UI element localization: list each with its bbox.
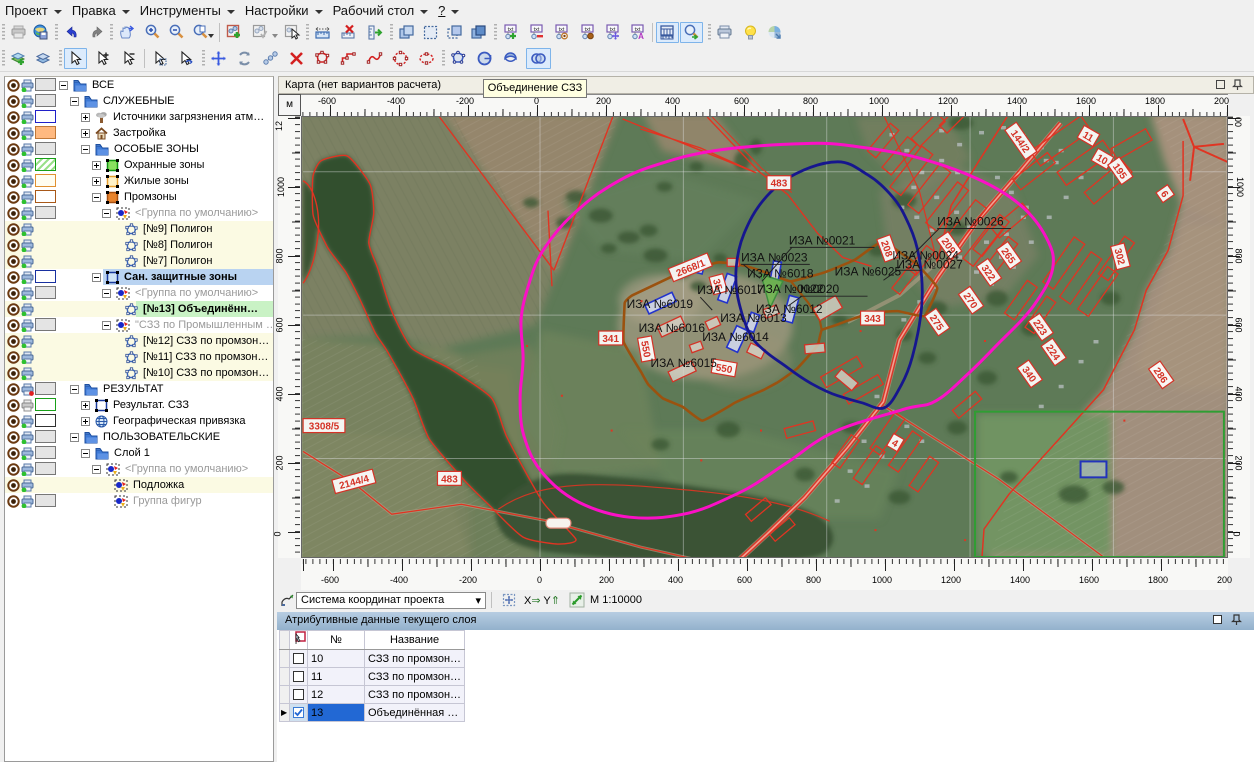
svg-text:ИЗА №0023: ИЗА №0023 — [741, 250, 808, 264]
svg-text:483: 483 — [441, 474, 458, 485]
svg-text:ИЗА №0027: ИЗА №0027 — [896, 257, 963, 271]
svg-text:ИЗА №6019: ИЗА №6019 — [627, 297, 694, 311]
svg-text:txt: txt — [609, 27, 615, 33]
svg-text:txt: txt — [533, 27, 539, 33]
svg-text:ИЗА №6015: ИЗА №6015 — [651, 356, 718, 370]
svg-text:ИЗА №6025: ИЗА №6025 — [835, 264, 902, 278]
svg-text:txt: txt — [507, 27, 513, 33]
svg-text:ИЗА №0021: ИЗА №0021 — [789, 233, 856, 247]
svg-text:483: 483 — [771, 179, 788, 190]
svg-text:txt: txt — [584, 27, 590, 33]
svg-text:txt: txt — [558, 27, 564, 33]
svg-text:343: 343 — [864, 314, 881, 325]
svg-text:ИЗА №6012: ИЗА №6012 — [756, 302, 823, 316]
svg-text:ИЗА №6018: ИЗА №6018 — [747, 266, 814, 280]
svg-text:3308/5: 3308/5 — [309, 422, 340, 433]
svg-text:ИЗА №0026: ИЗА №0026 — [937, 215, 1004, 229]
svg-text:A: A — [638, 32, 644, 41]
svg-text:ИЗА №6014: ИЗА №6014 — [702, 330, 769, 344]
svg-text:ИЗА №6017: ИЗА №6017 — [697, 283, 764, 297]
svg-text:341: 341 — [602, 334, 619, 345]
svg-text:№0020: №0020 — [800, 282, 840, 296]
svg-text:ИЗА №6016: ИЗА №6016 — [639, 321, 706, 335]
